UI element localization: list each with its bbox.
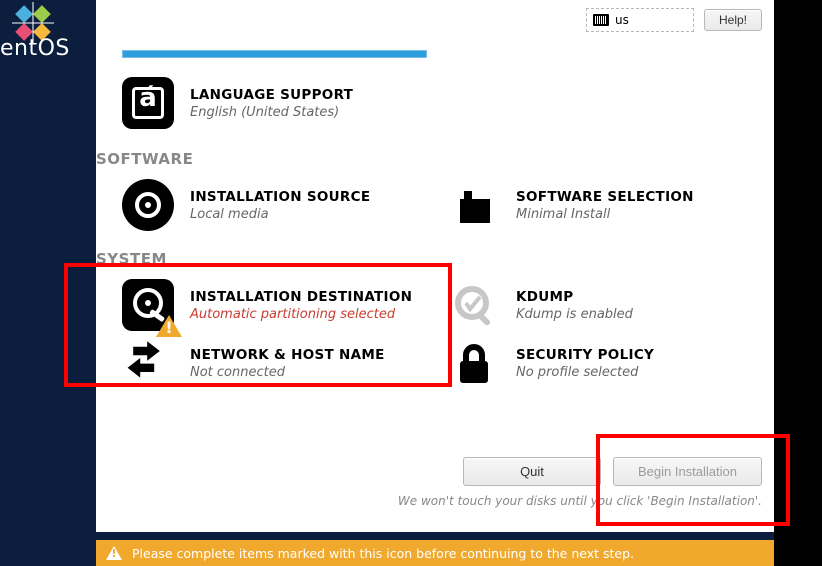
spoke-title: NETWORK & HOST NAME (190, 347, 385, 363)
footer-note: We won't touch your disks until you clic… (398, 494, 762, 508)
footer-actions: Quit Begin Installation (463, 457, 762, 486)
spoke-language-support[interactable]: LANGUAGE SUPPORT English (United States) (96, 74, 436, 132)
summary-content: LANGUAGE SUPPORT English (United States)… (96, 50, 774, 498)
right-black-bar (774, 0, 822, 566)
warning-triangle-icon (106, 546, 122, 560)
spoke-subtitle: Automatic partitioning selected (190, 307, 412, 322)
keyboard-layout-label: us (615, 13, 629, 27)
software-section-header: SOFTWARE (96, 150, 774, 168)
warning-bar-text: Please complete items marked with this i… (132, 546, 634, 561)
system-section-header: SYSTEM (96, 250, 774, 268)
spoke-title: INSTALLATION SOURCE (190, 189, 370, 205)
localization-row-highlight (122, 50, 427, 58)
spoke-title: SECURITY POLICY (516, 347, 654, 363)
kdump-icon (448, 279, 500, 331)
spoke-installation-destination[interactable]: INSTALLATION DESTINATION Automatic parti… (96, 276, 436, 334)
language-icon (122, 77, 174, 129)
spoke-subtitle: Local media (190, 207, 370, 222)
spoke-installation-source[interactable]: INSTALLATION SOURCE Local media (96, 176, 436, 234)
brand-name: entOS (0, 36, 70, 61)
keyboard-icon (593, 14, 609, 26)
main-panel: us Help! LANGUAGE SUPPORT English (Unite… (96, 0, 774, 532)
topbar: us Help! (586, 8, 762, 32)
disc-icon (122, 179, 174, 231)
help-button[interactable]: Help! (704, 9, 762, 31)
lock-icon (448, 337, 500, 389)
spoke-software-selection[interactable]: SOFTWARE SELECTION Minimal Install (442, 176, 742, 234)
spoke-network[interactable]: NETWORK & HOST NAME Not connected (96, 334, 436, 392)
spoke-subtitle: Minimal Install (516, 207, 694, 222)
spoke-kdump[interactable]: KDUMP Kdump is enabled (442, 276, 742, 334)
warning-bar[interactable]: Please complete items marked with this i… (96, 540, 774, 566)
package-icon (448, 179, 500, 231)
begin-installation-button[interactable]: Begin Installation (613, 457, 762, 486)
spoke-title: SOFTWARE SELECTION (516, 189, 694, 205)
harddisk-icon (122, 279, 174, 331)
spoke-subtitle: Kdump is enabled (516, 307, 633, 322)
spoke-subtitle: English (United States) (190, 105, 353, 120)
quit-button[interactable]: Quit (463, 457, 601, 486)
left-sidebar: entOS (0, 0, 96, 566)
spoke-subtitle: No profile selected (516, 365, 654, 380)
spoke-title: KDUMP (516, 289, 633, 305)
network-icon (122, 337, 174, 389)
spoke-subtitle: Not connected (190, 365, 385, 380)
keyboard-layout-indicator[interactable]: us (586, 8, 694, 32)
spoke-title: LANGUAGE SUPPORT (190, 87, 353, 103)
spoke-security-policy[interactable]: SECURITY POLICY No profile selected (442, 334, 742, 392)
spoke-title: INSTALLATION DESTINATION (190, 289, 412, 305)
